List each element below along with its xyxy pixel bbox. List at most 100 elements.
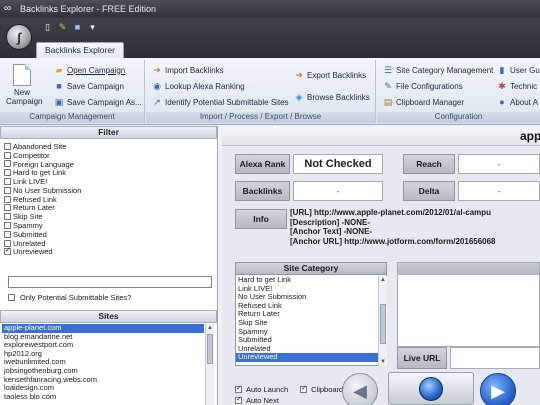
about-button[interactable]: ● About A bbox=[497, 97, 538, 107]
filter-checkbox[interactable] bbox=[4, 195, 11, 203]
site-category-list[interactable]: Hard to get Link Link LIVE! No User Submis… bbox=[236, 276, 378, 366]
backlinks-value: - bbox=[293, 181, 383, 201]
clipboard-checkbox[interactable] bbox=[300, 384, 308, 393]
filter-checkbox[interactable] bbox=[4, 213, 11, 221]
application-menu-button[interactable]: ∫ bbox=[6, 24, 32, 50]
filter-checkbox[interactable] bbox=[4, 246, 11, 256]
browse-backlinks-button[interactable]: ◈ Browse Backlinks bbox=[294, 92, 370, 102]
new-campaign-button[interactable]: New Campaign bbox=[6, 64, 42, 106]
filter-search-input[interactable] bbox=[8, 276, 212, 288]
clipboard-manager-button[interactable]: ▤ Clipboard Manager bbox=[383, 97, 464, 107]
filter-checkbox[interactable] bbox=[4, 160, 11, 168]
filter-item[interactable]: Hard to get Link bbox=[4, 168, 213, 177]
filter-item[interactable]: Foreign Language bbox=[4, 160, 213, 169]
scroll-thumb[interactable] bbox=[207, 334, 213, 364]
chevron-right-icon: ▶ bbox=[491, 380, 505, 401]
filter-item-label: Refused Link bbox=[13, 194, 57, 204]
import-icon: ➜ bbox=[153, 65, 161, 75]
category-icon: ☰ bbox=[383, 65, 393, 75]
previous-site-button[interactable]: ◀ bbox=[342, 373, 378, 405]
site-list-item[interactable]: taoless blo com bbox=[2, 392, 204, 402]
filter-item[interactable]: Unreviewed bbox=[4, 246, 213, 256]
filter-item[interactable]: Spammy bbox=[4, 221, 213, 230]
customize-dropdown-icon[interactable]: ▾ bbox=[87, 22, 98, 33]
notes-panel[interactable] bbox=[397, 262, 540, 347]
ribbon: New Campaign ▰ Open Campaign ■ Save Camp… bbox=[0, 58, 540, 125]
filter-item-label: Spammy bbox=[13, 221, 43, 231]
sites-scrollbar[interactable]: ▲ bbox=[205, 324, 214, 405]
checkbox[interactable] bbox=[8, 294, 15, 301]
book-icon: ▮ bbox=[499, 65, 505, 75]
save-campaign-as-button[interactable]: ▣ Save Campaign As... bbox=[54, 97, 142, 107]
filter-checkbox[interactable] bbox=[4, 178, 11, 186]
tab-backlinks-explorer[interactable]: Backlinks Explorer bbox=[36, 42, 124, 58]
lookup-alexa-button[interactable]: ◉ Lookup Alexa Ranking bbox=[152, 81, 245, 91]
filter-checkbox[interactable] bbox=[4, 222, 11, 230]
save-disk-icon[interactable]: ■ bbox=[72, 22, 83, 33]
filter-checkbox[interactable] bbox=[4, 142, 11, 150]
live-url-input[interactable] bbox=[450, 347, 540, 369]
save-campaign-button[interactable]: ■ Save Campaign bbox=[54, 81, 124, 91]
filter-checkbox[interactable] bbox=[4, 204, 11, 212]
filter-item-label: Abandoned Site bbox=[13, 141, 67, 151]
open-folder-icon[interactable]: ✎ bbox=[57, 22, 68, 33]
detail-header: app bbox=[222, 126, 540, 146]
sites-list[interactable]: apple-planet.com blog.emandarine.net explo… bbox=[2, 324, 204, 405]
app-logo-icon: ∞ bbox=[4, 3, 12, 14]
scroll-up-icon[interactable]: ▲ bbox=[206, 324, 214, 332]
technical-support-button[interactable]: ✱ Technic bbox=[497, 81, 537, 91]
export-icon: ➜ bbox=[295, 70, 303, 80]
potential-submittable-checkbox[interactable]: Only Potential Submittable Sites? bbox=[8, 293, 131, 302]
identify-icon: ↗ bbox=[153, 97, 161, 107]
filter-checkbox[interactable] bbox=[4, 151, 11, 159]
reach-label: Reach bbox=[403, 154, 455, 174]
save-icon: ■ bbox=[56, 81, 62, 91]
auto-launch-checkbox[interactable] bbox=[235, 384, 242, 393]
alexa-rank-value: Not Checked bbox=[293, 154, 383, 174]
group-label-campaign: Campaign Management bbox=[0, 112, 144, 123]
detail-panel: app Alexa Rank Not Checked Reach - Backl… bbox=[222, 126, 540, 405]
filter-item[interactable]: No User Submission bbox=[4, 186, 213, 195]
filter-checkbox[interactable] bbox=[4, 186, 11, 194]
left-panel: Filter Abandoned Site Competitor Foreign L… bbox=[0, 126, 218, 405]
scroll-thumb[interactable] bbox=[380, 304, 386, 344]
browse-icon: ◈ bbox=[295, 92, 303, 102]
file-configurations-button[interactable]: ✎ File Configurations bbox=[383, 81, 462, 91]
scroll-up-icon[interactable]: ▲ bbox=[379, 276, 387, 284]
new-file-icon[interactable]: ▯ bbox=[42, 22, 53, 33]
identify-submittable-button[interactable]: ↗ Identify Potential Submittable Sites bbox=[152, 97, 288, 107]
user-guide-button[interactable]: ▮ User Gui bbox=[497, 65, 540, 75]
filter-item[interactable]: Return Later bbox=[4, 203, 213, 212]
filter-item[interactable]: Unrelated bbox=[4, 239, 213, 248]
filter-item-label: Skip Site bbox=[13, 212, 43, 222]
title-bar: ∞ Backlinks Explorer - FREE Edition bbox=[0, 0, 540, 18]
group-label-configuration: Configuration bbox=[377, 112, 540, 123]
lookup-icon: ◉ bbox=[153, 81, 161, 91]
filter-item[interactable]: Skip Site bbox=[4, 212, 213, 221]
filter-item[interactable]: Abandoned Site bbox=[4, 142, 213, 151]
group-configuration: ☰ Site Category Management ✎ File Config… bbox=[377, 60, 540, 123]
launch-browser-button[interactable] bbox=[388, 372, 474, 405]
new-document-icon bbox=[13, 64, 31, 86]
category-list-item[interactable]: Unreviewed bbox=[236, 353, 378, 362]
site-category-management-button[interactable]: ☰ Site Category Management bbox=[383, 65, 493, 75]
auto-next-checkbox[interactable] bbox=[235, 395, 242, 404]
filter-checkbox[interactable] bbox=[4, 230, 11, 238]
window-title: Backlinks Explorer - FREE Edition bbox=[20, 4, 157, 14]
config-icon: ✎ bbox=[384, 81, 392, 91]
quick-access-bar: ∫ ▯ ✎ ■ ▾ Backlinks Explorer bbox=[0, 18, 540, 58]
filter-item-label: Competitor bbox=[13, 150, 50, 160]
filter-item[interactable]: Submitted bbox=[4, 230, 213, 239]
filter-item[interactable]: Competitor bbox=[4, 151, 213, 160]
import-backlinks-button[interactable]: ➜ Import Backlinks bbox=[152, 65, 223, 75]
delta-value: - bbox=[458, 181, 540, 201]
category-scrollbar[interactable]: ▲ ▼ bbox=[378, 276, 387, 366]
open-campaign-button[interactable]: ▰ Open Campaign bbox=[54, 65, 126, 75]
scroll-down-icon[interactable]: ▼ bbox=[379, 358, 387, 366]
export-backlinks-button[interactable]: ➜ Export Backlinks bbox=[294, 70, 366, 80]
next-site-button[interactable]: ▶ bbox=[480, 373, 516, 405]
filter-checkbox[interactable] bbox=[4, 169, 11, 177]
filter-item[interactable]: Link LIVE! bbox=[4, 177, 213, 186]
filter-item[interactable]: Refused Link bbox=[4, 195, 213, 204]
filter-item-label: Hard to get Link bbox=[13, 168, 66, 178]
